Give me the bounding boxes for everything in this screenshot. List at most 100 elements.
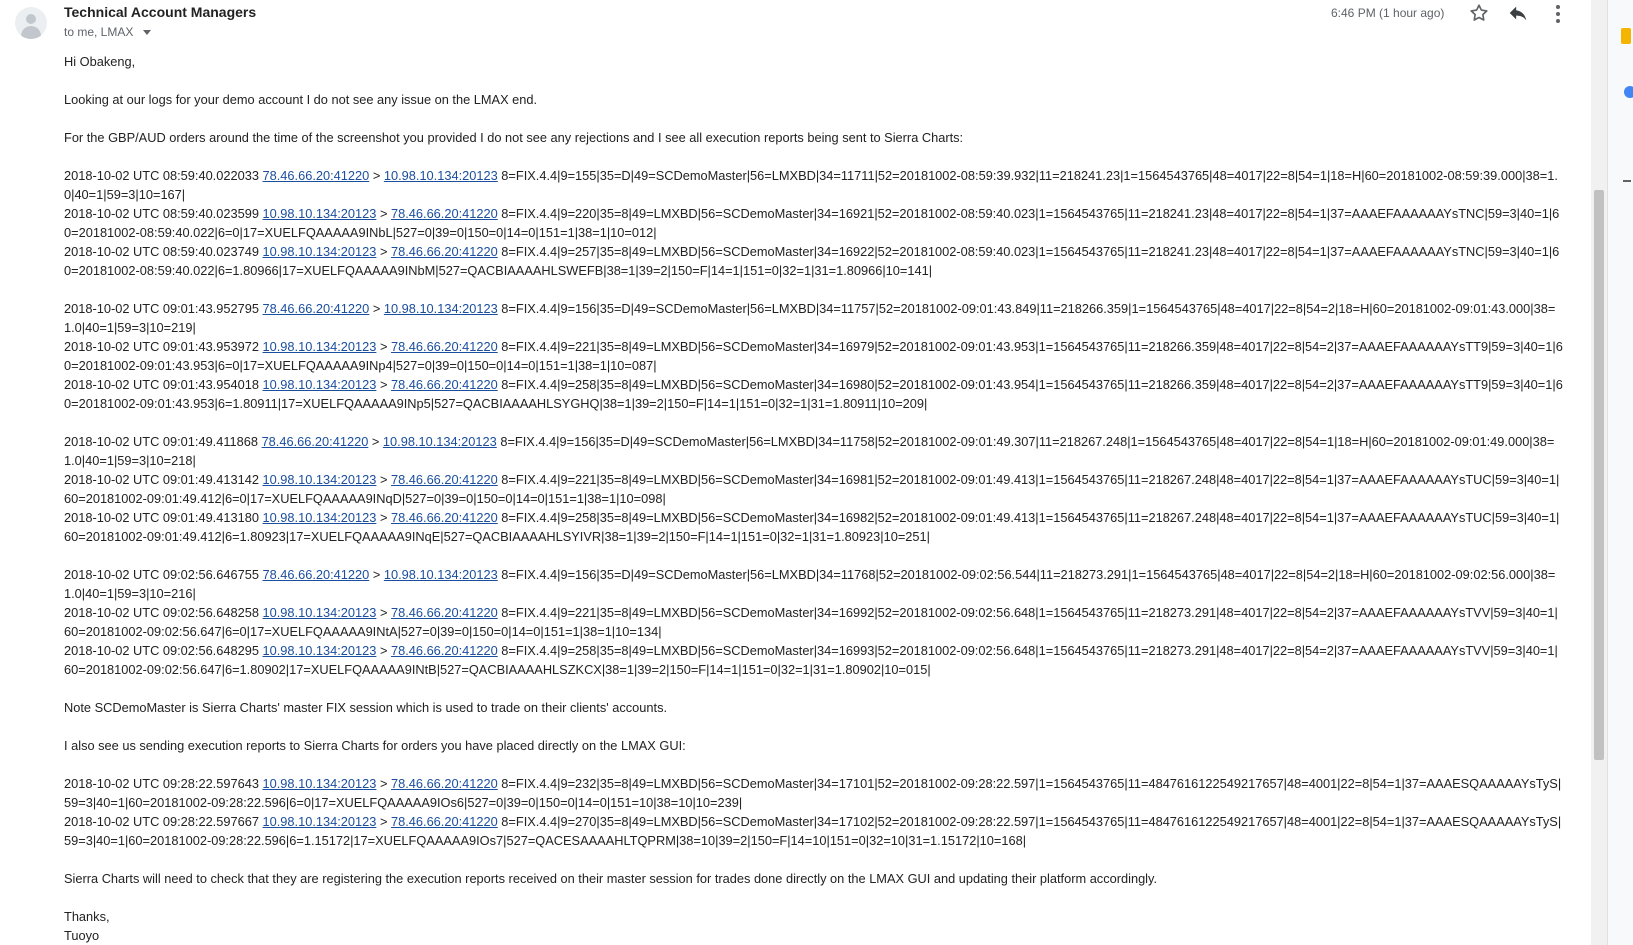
log-timestamp: 2018-10-02 UTC 09:02:56.648295 [64, 643, 259, 658]
destination-ip-link[interactable]: 78.46.66.20:41220 [391, 206, 498, 221]
recipients-line[interactable]: to me, LMAX [64, 25, 152, 39]
avatar-head [26, 14, 36, 24]
destination-ip-link[interactable]: 78.46.66.20:41220 [391, 643, 498, 658]
log-group: 2018-10-02 UTC 09:02:56.646755 78.46.66.… [64, 565, 1564, 679]
log-line: 2018-10-02 UTC 08:59:40.023749 10.98.10.… [64, 242, 1564, 280]
signoff: Thanks, [64, 909, 110, 924]
arrow-separator: > [376, 605, 391, 620]
more-vert-icon[interactable] [1546, 2, 1570, 26]
log-group: 2018-10-02 UTC 08:59:40.022033 78.46.66.… [64, 166, 1564, 280]
log-timestamp: 2018-10-02 UTC 08:59:40.023749 [64, 244, 259, 259]
log-line: 2018-10-02 UTC 09:01:49.411868 78.46.66.… [64, 432, 1564, 470]
keep-icon[interactable] [1621, 28, 1631, 44]
arrow-separator: > [376, 206, 391, 221]
reply-icon[interactable] [1506, 2, 1530, 26]
side-panel [1607, 0, 1633, 945]
log-timestamp: 2018-10-02 UTC 09:02:56.648258 [64, 605, 259, 620]
arrow-separator: > [376, 643, 391, 658]
scrollbar-thumb[interactable] [1594, 190, 1604, 760]
destination-ip-link[interactable]: 10.98.10.134:20123 [384, 567, 498, 582]
paragraph-1: Looking at our logs for your demo accoun… [64, 92, 538, 107]
log-line: 2018-10-02 UTC 08:59:40.022033 78.46.66.… [64, 166, 1564, 204]
log-timestamp: 2018-10-02 UTC 09:02:56.646755 [64, 567, 259, 582]
tasks-icon[interactable] [1624, 86, 1633, 98]
collapse-icon[interactable] [1623, 180, 1631, 182]
message-time: 6:46 PM (1 hour ago) [1331, 6, 1445, 20]
arrow-separator: > [376, 244, 391, 259]
source-ip-link[interactable]: 78.46.66.20:41220 [262, 434, 369, 449]
paragraph-4: Sierra Charts will need to check that th… [64, 871, 1158, 886]
source-ip-link[interactable]: 78.46.66.20:41220 [263, 301, 370, 316]
log-group: 2018-10-02 UTC 09:01:43.952795 78.46.66.… [64, 299, 1564, 413]
arrow-separator: > [376, 377, 391, 392]
log-line: 2018-10-02 UTC 09:01:49.413180 10.98.10.… [64, 508, 1564, 546]
destination-ip-link[interactable]: 78.46.66.20:41220 [391, 339, 498, 354]
avatar-body [21, 26, 41, 39]
arrow-separator: > [376, 776, 391, 791]
source-ip-link[interactable]: 10.98.10.134:20123 [263, 244, 377, 259]
destination-ip-link[interactable]: 78.46.66.20:41220 [391, 377, 498, 392]
log-line: 2018-10-02 UTC 09:02:56.646755 78.46.66.… [64, 565, 1564, 603]
arrow-separator: > [376, 339, 391, 354]
source-ip-link[interactable]: 10.98.10.134:20123 [263, 206, 377, 221]
arrow-separator: > [376, 472, 391, 487]
note-paragraph: Note SCDemoMaster is Sierra Charts' mast… [64, 700, 668, 715]
arrow-separator: > [369, 301, 384, 316]
log-timestamp: 2018-10-02 UTC 09:28:22.597643 [64, 776, 259, 791]
destination-ip-link[interactable]: 78.46.66.20:41220 [391, 605, 498, 620]
arrow-separator: > [368, 434, 383, 449]
destination-ip-link[interactable]: 78.46.66.20:41220 [391, 472, 498, 487]
recipients-text: to me, LMAX [64, 25, 134, 39]
arrow-separator: > [376, 814, 391, 829]
arrow-separator: > [369, 567, 384, 582]
destination-ip-link[interactable]: 78.46.66.20:41220 [391, 776, 498, 791]
destination-ip-link[interactable]: 10.98.10.134:20123 [383, 434, 497, 449]
log-timestamp: 2018-10-02 UTC 09:01:43.954018 [64, 377, 259, 392]
source-ip-link[interactable]: 78.46.66.20:41220 [263, 168, 370, 183]
signature: Tuoyo [64, 928, 100, 943]
message-body: Hi Obakeng, Looking at our logs for your… [64, 52, 1564, 945]
destination-ip-link[interactable]: 10.98.10.134:20123 [384, 301, 498, 316]
arrow-separator: > [376, 510, 391, 525]
log-line: 2018-10-02 UTC 09:01:43.953972 10.98.10.… [64, 337, 1564, 375]
log-timestamp: 2018-10-02 UTC 08:59:40.023599 [64, 206, 259, 221]
source-ip-link[interactable]: 78.46.66.20:41220 [263, 567, 370, 582]
log-timestamp: 2018-10-02 UTC 09:01:43.953972 [64, 339, 259, 354]
log-line: 2018-10-02 UTC 09:28:22.597643 10.98.10.… [64, 774, 1564, 812]
destination-ip-link[interactable]: 78.46.66.20:41220 [391, 510, 498, 525]
log-line: 2018-10-02 UTC 09:01:43.952795 78.46.66.… [64, 299, 1564, 337]
destination-ip-link[interactable]: 78.46.66.20:41220 [391, 814, 498, 829]
log-timestamp: 2018-10-02 UTC 09:01:43.952795 [64, 301, 259, 316]
vertical-scrollbar[interactable] [1591, 0, 1607, 945]
log-timestamp: 2018-10-02 UTC 09:28:22.597667 [64, 814, 259, 829]
source-ip-link[interactable]: 10.98.10.134:20123 [263, 339, 377, 354]
log-line: 2018-10-02 UTC 09:01:49.413142 10.98.10.… [64, 470, 1564, 508]
star-icon[interactable] [1467, 2, 1491, 26]
log-groups: 2018-10-02 UTC 08:59:40.022033 78.46.66.… [64, 166, 1564, 679]
destination-ip-link[interactable]: 78.46.66.20:41220 [391, 244, 498, 259]
log-timestamp: 2018-10-02 UTC 09:01:49.413142 [64, 472, 259, 487]
paragraph-3: I also see us sending execution reports … [64, 738, 686, 753]
arrow-separator: > [369, 168, 384, 183]
log-timestamp: 2018-10-02 UTC 09:01:49.413180 [64, 510, 259, 525]
log-line: 2018-10-02 UTC 08:59:40.023599 10.98.10.… [64, 204, 1564, 242]
log-line: 2018-10-02 UTC 09:28:22.597667 10.98.10.… [64, 812, 1564, 850]
paragraph-2: For the GBP/AUD orders around the time o… [64, 130, 964, 145]
log-line: 2018-10-02 UTC 09:02:56.648258 10.98.10.… [64, 603, 1564, 641]
destination-ip-link[interactable]: 10.98.10.134:20123 [384, 168, 498, 183]
log-group: 2018-10-02 UTC 09:01:49.411868 78.46.66.… [64, 432, 1564, 546]
source-ip-link[interactable]: 10.98.10.134:20123 [263, 472, 377, 487]
source-ip-link[interactable]: 10.98.10.134:20123 [263, 814, 377, 829]
source-ip-link[interactable]: 10.98.10.134:20123 [263, 510, 377, 525]
caret-down-icon[interactable] [143, 29, 152, 35]
log-line: 2018-10-02 UTC 09:01:43.954018 10.98.10.… [64, 375, 1564, 413]
source-ip-link[interactable]: 10.98.10.134:20123 [263, 377, 377, 392]
log-timestamp: 2018-10-02 UTC 09:01:49.411868 [64, 434, 258, 449]
source-ip-link[interactable]: 10.98.10.134:20123 [263, 643, 377, 658]
log-timestamp: 2018-10-02 UTC 08:59:40.022033 [64, 168, 259, 183]
person-avatar-icon[interactable] [15, 7, 47, 39]
source-ip-link[interactable]: 10.98.10.134:20123 [263, 776, 377, 791]
greeting: Hi Obakeng, [64, 54, 136, 69]
sender-name[interactable]: Technical Account Managers [64, 4, 256, 20]
source-ip-link[interactable]: 10.98.10.134:20123 [263, 605, 377, 620]
